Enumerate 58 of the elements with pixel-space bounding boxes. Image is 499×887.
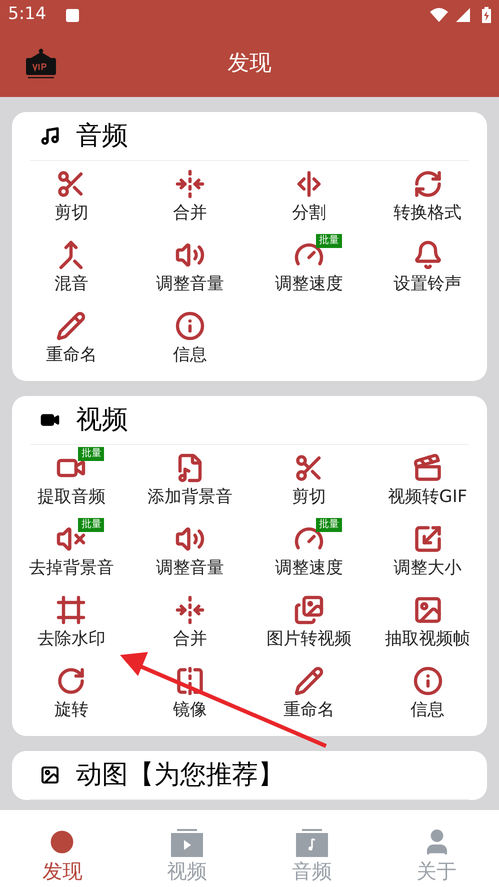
tab[interactable]: 发现: [0, 810, 125, 887]
tool-button[interactable]: 去除水印: [12, 587, 131, 658]
tool-button[interactable]: 批量 提取音频: [12, 445, 131, 516]
image-icon: [412, 595, 443, 625]
tool-button[interactable]: 重命名: [250, 658, 368, 729]
section-title: 音频: [76, 123, 128, 149]
tool-button[interactable]: 信息: [130, 303, 250, 374]
tool-button[interactable]: 调整大小: [368, 516, 487, 587]
batch-badge: 批量: [78, 518, 104, 532]
tool-button[interactable]: 添加背景音: [130, 445, 250, 516]
tool-button[interactable]: 信息: [368, 658, 487, 729]
batch-badge: 批量: [316, 234, 342, 248]
pencil-icon: [294, 666, 324, 696]
image-icon: [40, 765, 60, 785]
tool-button[interactable]: 调整音量: [130, 516, 250, 587]
battery-icon: [482, 7, 491, 23]
info-icon: [175, 311, 206, 341]
tool-button[interactable]: 转换格式: [368, 161, 487, 232]
signal-icon: [456, 8, 470, 22]
tool-button[interactable]: 旋转: [12, 658, 131, 729]
rotate-icon: [56, 666, 86, 696]
tool-button[interactable]: 图片转视频: [250, 587, 368, 658]
tool-button[interactable]: 批量 调整速度: [250, 516, 368, 587]
tool-button[interactable]: 合并: [130, 587, 250, 658]
photos-icon: [294, 595, 324, 625]
wifi-icon: [430, 8, 448, 22]
tool-button[interactable]: 调整音量: [130, 232, 250, 303]
batch-badge: 批量: [316, 518, 342, 532]
frame-icon: [56, 595, 86, 625]
video-folder-icon: [171, 829, 204, 857]
merge-icon: [175, 169, 206, 199]
tool-button[interactable]: 合并: [130, 161, 250, 232]
status-time: 5:14: [8, 3, 46, 26]
section-title: 动图【为您推荐】: [76, 762, 284, 788]
resize-icon: [412, 524, 443, 554]
section-title: 视频: [76, 407, 128, 433]
clapperboard-icon: [412, 453, 443, 483]
tool-button[interactable]: 剪切: [12, 161, 131, 232]
info-icon: [412, 666, 443, 696]
tool-button[interactable]: 抽取视频帧: [368, 587, 487, 658]
tool-button[interactable]: 批量 调整速度: [250, 232, 368, 303]
tool-button[interactable]: 混音: [12, 232, 131, 303]
pencil-icon: [56, 311, 86, 341]
batch-badge: 批量: [78, 447, 104, 461]
tool-button[interactable]: 剪切: [250, 445, 368, 516]
mirror-icon: [175, 666, 206, 696]
tool-button[interactable]: 设置铃声: [368, 232, 487, 303]
tool-button[interactable]: 重命名: [12, 303, 131, 374]
tool-button[interactable]: 镜像: [130, 658, 250, 729]
music-folder-icon: [296, 829, 328, 857]
refresh-icon: [412, 169, 443, 199]
merge-icon: [175, 595, 206, 625]
tool-button[interactable]: 分割: [250, 161, 368, 232]
bell-icon: [412, 240, 443, 270]
tool-button[interactable]: 视频转GIF: [368, 445, 487, 516]
tool-button[interactable]: 批量 去掉背景音: [12, 516, 131, 587]
header-title: 发现: [228, 50, 272, 78]
music-note-icon: [40, 126, 60, 146]
